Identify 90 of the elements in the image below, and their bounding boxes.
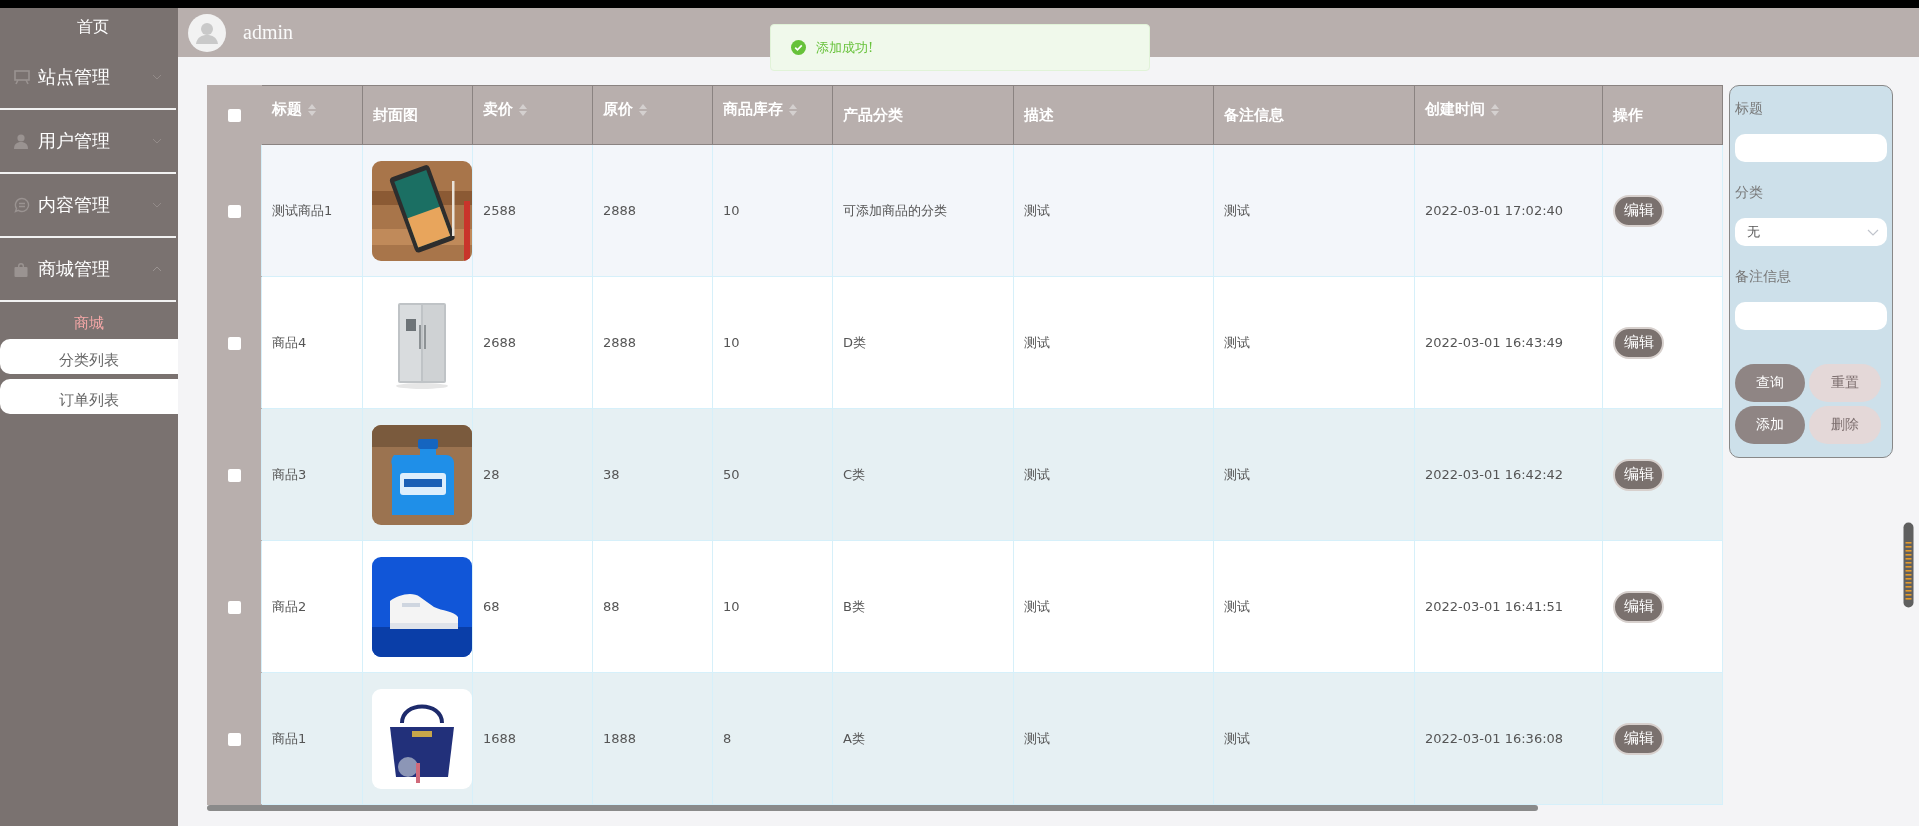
input-field[interactable] bbox=[1735, 302, 1887, 330]
horizontal-scrollbar[interactable] bbox=[207, 805, 1538, 811]
chat-icon bbox=[14, 197, 30, 213]
table-cell: 2022-03-01 16:43:49 bbox=[1425, 335, 1564, 350]
table-cell: 38 bbox=[603, 467, 620, 482]
table-cell: 2888 bbox=[603, 203, 637, 218]
input-field[interactable] bbox=[1735, 134, 1887, 162]
action-button[interactable]: 重置 bbox=[1809, 364, 1881, 402]
row-checkbox[interactable] bbox=[228, 469, 241, 482]
table-cell: 2022-03-01 16:42:42 bbox=[1425, 467, 1564, 482]
sort-icon[interactable] bbox=[308, 103, 316, 116]
table-cell: 测试 bbox=[1224, 598, 1250, 614]
edit-button[interactable]: 编辑 bbox=[1613, 458, 1664, 491]
avatar-icon bbox=[188, 13, 226, 52]
column-header: 描述 bbox=[1024, 105, 1054, 125]
column-header: 封面图 bbox=[373, 105, 418, 125]
table-cell: 10 bbox=[723, 599, 740, 614]
table-cell: 1688 bbox=[483, 731, 517, 746]
table-cell: 测试 bbox=[1224, 334, 1250, 350]
column-header: 备注信息 bbox=[1224, 105, 1284, 125]
user-name: admin bbox=[243, 21, 293, 44]
table-cell: 商品4 bbox=[272, 334, 307, 350]
row-checkbox[interactable] bbox=[228, 337, 241, 350]
table-cell: B类 bbox=[843, 598, 865, 614]
action-button[interactable]: 添加 bbox=[1735, 406, 1805, 444]
row-checkbox[interactable] bbox=[228, 733, 241, 746]
menu-item[interactable]: 内容管理 bbox=[0, 174, 176, 238]
table-cell: 测试 bbox=[1024, 466, 1050, 482]
table-cell: 测试 bbox=[1224, 466, 1250, 482]
board-icon bbox=[14, 69, 30, 85]
table-cell: 8 bbox=[723, 731, 732, 746]
table-cell: 2888 bbox=[603, 335, 637, 350]
table-cell: 商品2 bbox=[272, 598, 307, 614]
action-button[interactable]: 删除 bbox=[1809, 406, 1881, 444]
row-checkbox[interactable] bbox=[228, 205, 241, 218]
table-cell: 2022-03-01 16:41:51 bbox=[1425, 599, 1564, 614]
check-circle-icon bbox=[791, 40, 806, 55]
menu-item[interactable]: 商城管理 bbox=[0, 238, 176, 302]
table-cell: 2022-03-01 17:02:40 bbox=[1425, 203, 1564, 218]
table-cell: 测试 bbox=[1224, 202, 1250, 218]
table-cell: 28 bbox=[483, 467, 500, 482]
table-cell: 商品1 bbox=[272, 730, 307, 746]
table-cell: A类 bbox=[843, 730, 865, 746]
table-cell: 测试 bbox=[1024, 598, 1050, 614]
edit-button[interactable]: 编辑 bbox=[1613, 722, 1664, 755]
field-label: 分类 bbox=[1735, 184, 1764, 202]
scrollbar-drawing[interactable] bbox=[1903, 522, 1914, 608]
table-cell: 10 bbox=[723, 335, 740, 350]
edit-button[interactable]: 编辑 bbox=[1613, 590, 1664, 623]
home-link[interactable]: 首页 bbox=[69, 16, 109, 38]
column-header: 产品分类 bbox=[843, 105, 903, 125]
submenu-item[interactable]: 订单列表 bbox=[0, 379, 178, 414]
menu-group-title: 商城 bbox=[73, 313, 105, 334]
column-header: 操作 bbox=[1613, 105, 1643, 125]
chevron-down-icon bbox=[1867, 228, 1879, 236]
sort-icon[interactable] bbox=[1491, 103, 1499, 116]
menu-item[interactable]: 站点管理 bbox=[0, 46, 176, 110]
action-button[interactable]: 查询 bbox=[1735, 364, 1805, 402]
field-label: 标题 bbox=[1735, 100, 1764, 118]
menu-item[interactable]: 用户管理 bbox=[0, 110, 176, 174]
table-cell: 测试 bbox=[1024, 730, 1050, 746]
user-icon bbox=[14, 133, 28, 149]
edit-button[interactable]: 编辑 bbox=[1613, 194, 1664, 227]
sort-icon[interactable] bbox=[789, 103, 797, 116]
select-all-checkbox[interactable] bbox=[228, 109, 241, 122]
sort-icon[interactable] bbox=[639, 103, 647, 116]
table-cell: 10 bbox=[723, 203, 740, 218]
table-cell: 2688 bbox=[483, 335, 517, 350]
field-label: 备注信息 bbox=[1735, 268, 1792, 286]
table-cell: 88 bbox=[603, 599, 620, 614]
select-field[interactable]: 无 bbox=[1735, 218, 1887, 246]
table-cell: D类 bbox=[843, 334, 866, 350]
table-cell: 测试 bbox=[1024, 334, 1050, 350]
table-cell: C类 bbox=[843, 466, 866, 482]
row-checkbox[interactable] bbox=[228, 601, 241, 614]
table-cell: 可添加商品的分类 bbox=[843, 202, 947, 218]
table-cell: 2588 bbox=[483, 203, 517, 218]
sort-icon[interactable] bbox=[519, 103, 527, 116]
toast-text: 添加成功! bbox=[816, 38, 874, 57]
table-cell: 测试商品1 bbox=[272, 202, 333, 218]
table-cell: 1888 bbox=[603, 731, 637, 746]
table-cell: 68 bbox=[483, 599, 500, 614]
table-cell: 商品3 bbox=[272, 466, 307, 482]
table-cell: 50 bbox=[723, 467, 740, 482]
edit-button[interactable]: 编辑 bbox=[1613, 326, 1664, 359]
bag-icon bbox=[14, 261, 28, 277]
table-cell: 测试 bbox=[1024, 202, 1050, 218]
submenu-item[interactable]: 分类列表 bbox=[0, 339, 178, 374]
table-cell: 2022-03-01 16:36:08 bbox=[1425, 731, 1564, 746]
table-cell: 测试 bbox=[1224, 730, 1250, 746]
